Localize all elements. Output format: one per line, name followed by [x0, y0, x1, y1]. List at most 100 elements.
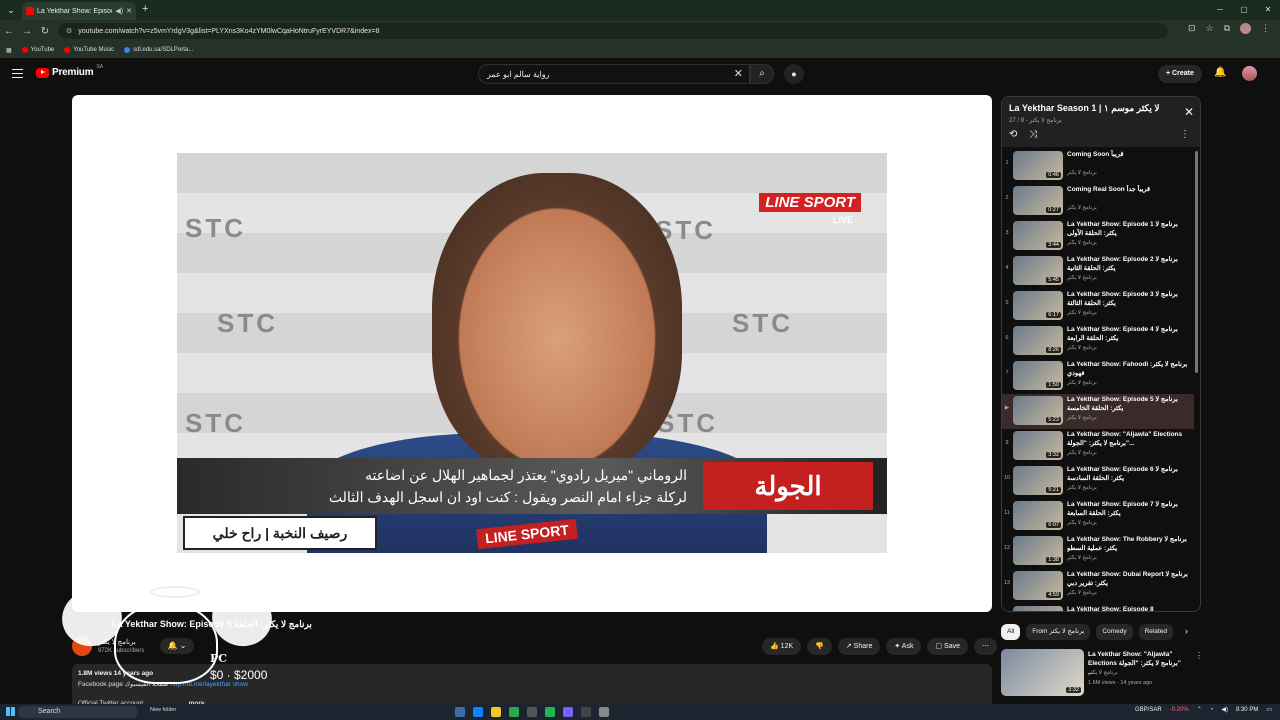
playlist-item-title[interactable]: La Yekthar Show: Dubai Report برنامج لا …: [1067, 570, 1192, 588]
edge-icon[interactable]: [473, 707, 483, 717]
playlist-item[interactable]: 14La Yekthar Show: Episode 8برنامج لا يك…: [1002, 604, 1194, 611]
playlist-item-thumbnail[interactable]: 0:27: [1013, 186, 1063, 215]
new-tab-button[interactable]: +: [142, 3, 148, 15]
shuffle-icon[interactable]: ⤨: [1029, 129, 1037, 140]
playlist-item[interactable]: 11 6:07 La Yekthar Show: Episode 7 برنامج …: [1002, 499, 1194, 534]
playlist-item-title[interactable]: La Yekthar Show: Episode 3 برنامج لا يكث…: [1067, 290, 1192, 308]
clear-search-icon[interactable]: ✕: [734, 67, 743, 80]
voice-search-icon[interactable]: ●: [784, 64, 804, 84]
playlist-scrollbar[interactable]: [1195, 151, 1198, 373]
app-icon[interactable]: [581, 707, 591, 717]
like-button[interactable]: 👍 12K: [762, 638, 802, 655]
notification-center-icon[interactable]: ▭: [1266, 706, 1272, 713]
browser-tab-active[interactable]: La Yekthar Show: Episode 5 ◀) ✕: [22, 2, 136, 20]
forward-icon[interactable]: →: [18, 26, 36, 37]
bookmark-star-icon[interactable]: ☆: [1205, 23, 1213, 34]
chrome-icon[interactable]: [509, 707, 519, 717]
playlist-item-thumbnail[interactable]: 1:50: [1013, 361, 1063, 390]
playlist-item[interactable]: 9 3:32 La Yekthar Show: "Aljawla" Election…: [1002, 429, 1194, 464]
more-actions-icon[interactable]: ⋯: [974, 638, 997, 655]
playlist-item[interactable]: 3 3:44 La Yekthar Show: Episode 1 برنامج ل…: [1002, 219, 1194, 254]
playlist-item-title[interactable]: La Yekthar Show: Episode 5 برنامج لا يكث…: [1067, 395, 1192, 413]
app-icon[interactable]: [563, 707, 573, 717]
playlist-item-thumbnail[interactable]: [1013, 606, 1063, 611]
maximize-icon[interactable]: ▢: [1232, 0, 1256, 20]
chip-from-channel[interactable]: From برنامج لا يكثر: [1026, 624, 1091, 640]
tray-chevron-icon[interactable]: ⌃: [1197, 706, 1202, 713]
recommended-video[interactable]: 3:32 La Yekthar Show: "Aljawla" Election…: [1001, 649, 1203, 699]
chip-comedy[interactable]: Comedy: [1096, 624, 1133, 640]
playlist-item[interactable]: 4 5:45 La Yekthar Show: Episode 2 برنامج ل…: [1002, 254, 1194, 289]
playlist-item[interactable]: 5 6:17 La Yekthar Show: Episode 3 برنامج ل…: [1002, 289, 1194, 324]
rec-more-icon[interactable]: ⋮: [1195, 651, 1203, 660]
playlist-item-thumbnail[interactable]: 5:45: [1013, 256, 1063, 285]
create-button[interactable]: + Create: [1158, 65, 1202, 83]
playlist-item-title[interactable]: La Yekthar Show: Episode 4 برنامج لا يكث…: [1067, 325, 1192, 343]
menu-icon[interactable]: [12, 69, 23, 78]
install-icon[interactable]: ⊡: [1188, 23, 1196, 34]
playlist-item-title[interactable]: La Yekthar Show: Episode 8: [1067, 605, 1192, 611]
app-icon[interactable]: [527, 707, 537, 717]
video-frame[interactable]: STC STC STC STC STC STC STC LINE SPORT L…: [177, 153, 887, 553]
youtube-logo[interactable]: Premium SA: [36, 64, 103, 78]
channel-avatar[interactable]: [72, 636, 92, 656]
loop-icon[interactable]: ⟲: [1009, 129, 1017, 140]
playlist-item-title[interactable]: La Yekthar Show: Episode 2 برنامج لا يكث…: [1067, 255, 1192, 273]
playlist-item[interactable]: 7 1:50 La Yekthar Show: Fahoodi برنامج لا …: [1002, 359, 1194, 394]
bookmark-youtube-music[interactable]: YouTube Music: [64, 47, 114, 53]
ask-button[interactable]: ✦ Ask: [886, 638, 922, 655]
chips-next-icon[interactable]: ›: [1185, 626, 1188, 636]
playlist-item-title[interactable]: La Yekthar Show: Episode 6 برنامج لا يكث…: [1067, 465, 1192, 483]
playlist-item-thumbnail[interactable]: 5:21: [1013, 466, 1063, 495]
dislike-button[interactable]: 👎: [807, 638, 832, 655]
playlist-item-title[interactable]: La Yekthar Show: The Robbery برنامج لا ي…: [1067, 535, 1192, 553]
playlist-item[interactable]: 10 5:21 La Yekthar Show: Episode 6 برنامج …: [1002, 464, 1194, 499]
rec-thumbnail[interactable]: 3:32: [1001, 649, 1084, 696]
playlist-item-title[interactable]: La Yekthar Show: Episode 1 برنامج لا يكث…: [1067, 220, 1192, 238]
playlist-item-thumbnail[interactable]: 3:44: [1013, 221, 1063, 250]
playlist-title[interactable]: La Yekthar Season 1 | لا يكثر موسم ١: [1009, 103, 1160, 114]
window-close-icon[interactable]: ✕: [1256, 0, 1280, 20]
playlist-item[interactable]: ▶ 5:23 La Yekthar Show: Episode 5 برنامج ل…: [1002, 394, 1194, 429]
search-input[interactable]: رواية سالم ابو عمر ✕: [478, 64, 750, 84]
facebook-link[interactable]: http://fb.me/layekthar show: [170, 681, 248, 688]
profile-avatar[interactable]: [1240, 23, 1251, 34]
playlist-item-thumbnail[interactable]: 0:46: [1013, 151, 1063, 180]
apps-icon[interactable]: ▦: [6, 47, 12, 54]
address-bar[interactable]: ⚙ youtube.com/watch?v=z5vmYrdgV3g&list=P…: [58, 23, 1168, 39]
browser-menu-icon[interactable]: ⋮: [1261, 23, 1270, 34]
volume-icon[interactable]: ◀): [1221, 706, 1228, 713]
bookmark-sdl[interactable]: sdl.edu.sa/SDLPorta...: [124, 47, 193, 53]
playlist-item[interactable]: 6 8:26 La Yekthar Show: Episode 4 برنامج ل…: [1002, 324, 1194, 359]
playlist-item-thumbnail[interactable]: 6:17: [1013, 291, 1063, 320]
file-explorer-icon[interactable]: [491, 707, 501, 717]
app-icon[interactable]: [599, 707, 609, 717]
spotify-icon[interactable]: [545, 707, 555, 717]
playlist-item-thumbnail[interactable]: 5:23: [1013, 396, 1063, 425]
playlist-item-thumbnail[interactable]: 6:07: [1013, 501, 1063, 530]
playlist-item-title[interactable]: La Yekthar Show: Fahoodi برنامج لا يكثر:…: [1067, 360, 1192, 378]
playlist-item-thumbnail[interactable]: 1:38: [1013, 536, 1063, 565]
playlist-more-icon[interactable]: ⋮: [1180, 129, 1190, 140]
channel-name[interactable]: برنامج لا يكثر: [98, 638, 136, 646]
close-playlist-icon[interactable]: ✕: [1184, 105, 1194, 119]
minimize-icon[interactable]: ─: [1208, 0, 1232, 20]
playlist-item-title[interactable]: Coming Soon قريباً: [1067, 150, 1192, 159]
rec-channel[interactable]: برنامج لا يكثر: [1088, 670, 1118, 676]
back-icon[interactable]: ←: [0, 26, 18, 37]
save-button[interactable]: ▢ Save: [927, 638, 968, 655]
clock[interactable]: 8:30 PM: [1236, 707, 1258, 713]
audio-icon[interactable]: ◀): [115, 7, 123, 15]
account-avatar[interactable]: [1242, 66, 1257, 81]
subscription-bell-button[interactable]: 🔔 ⌄: [160, 638, 194, 654]
playlist-item-title[interactable]: La Yekthar Show: "Aljawla" Elections برن…: [1067, 430, 1192, 448]
playlist-item-thumbnail[interactable]: 3:32: [1013, 431, 1063, 460]
tab-search-icon[interactable]: ⌄: [4, 3, 18, 17]
site-info-icon[interactable]: ⚙: [66, 27, 72, 35]
playlist-item[interactable]: 12 1:38 La Yekthar Show: The Robbery برنام…: [1002, 534, 1194, 569]
notifications-icon[interactable]: 🔔: [1214, 67, 1226, 78]
chip-all[interactable]: All: [1001, 624, 1021, 640]
taskbar-search[interactable]: Search: [18, 706, 138, 718]
app-icon[interactable]: [455, 707, 465, 717]
extensions-icon[interactable]: ⧉: [1224, 23, 1230, 34]
